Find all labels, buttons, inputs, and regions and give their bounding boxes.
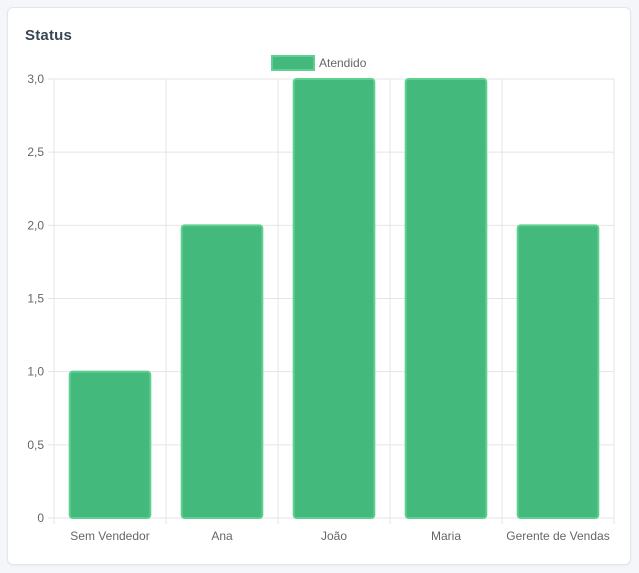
y-tick-label: 3,0	[27, 72, 44, 86]
bar-jo-o[interactable]	[292, 78, 376, 519]
bar-ana[interactable]	[180, 224, 264, 519]
y-tick-label: 2,0	[27, 218, 44, 232]
x-axis: Sem Vendedor Ana João Maria Gerente de Venda…	[70, 529, 609, 543]
legend-swatch[interactable]	[271, 55, 315, 71]
x-tick-label: Gerente de Vendas	[506, 529, 609, 543]
bar-sem-vendedor[interactable]	[68, 370, 152, 519]
y-tick-label: 1,0	[27, 365, 44, 379]
x-tick-label: Sem Vendedor	[70, 529, 149, 543]
y-tick-label: 0,5	[27, 438, 44, 452]
bar-maria[interactable]	[404, 78, 488, 519]
y-tick-label: 1,5	[27, 292, 44, 306]
legend-label[interactable]: Atendido	[319, 56, 367, 70]
status-bar-chart: 0 0,5 1,0 1,5 2,0 2,5 3,0 Sem Vendedor Ana João M…	[27, 55, 615, 543]
x-tick-label: João	[321, 529, 347, 543]
legend[interactable]: Atendido	[271, 55, 367, 71]
y-tick-label: 0	[37, 511, 44, 525]
y-tick-label: 2,5	[27, 145, 44, 159]
y-axis: 0 0,5 1,0 1,5 2,0 2,5 3,0	[27, 72, 44, 525]
x-tick-label: Maria	[431, 529, 461, 543]
bar-gerente-de-vendas[interactable]	[516, 224, 600, 519]
x-tick-label: Ana	[211, 529, 233, 543]
